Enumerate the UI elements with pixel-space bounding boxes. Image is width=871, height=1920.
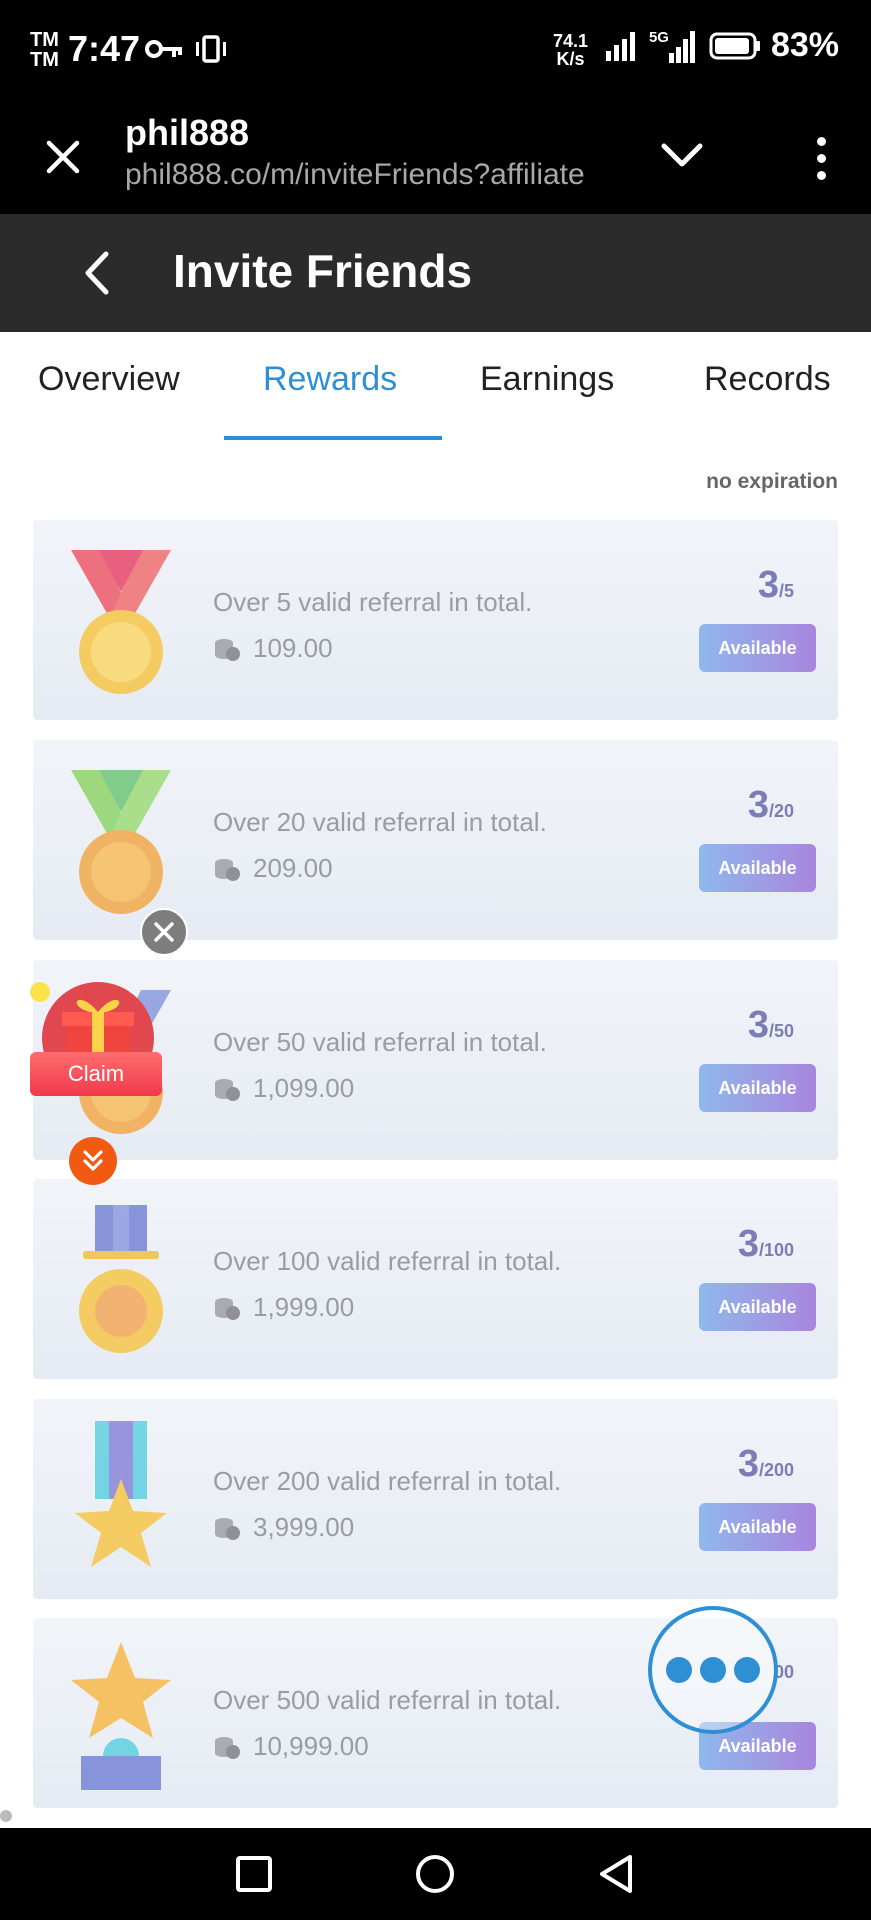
vibrate-icon [196,35,226,63]
more-options-icon[interactable] [801,128,841,188]
available-button[interactable]: Available [699,1283,816,1331]
reward-amount: 1,999.00 [253,1292,355,1322]
coins-icon [215,638,240,661]
reward-amount: 209.00 [253,853,333,883]
chevron-down-icon [661,143,703,167]
available-button[interactable]: Available [699,1503,816,1551]
available-button[interactable]: Available [699,624,816,672]
reward-description: Over 20 valid referral in total. [213,807,547,837]
reward-amount: 1,099.00 [253,1073,355,1103]
close-promo-button[interactable] [140,908,188,956]
close-icon [46,140,80,174]
vpn-key-icon [145,40,182,58]
reward-card: Over 5 valid referral in total. 109.00 3… [33,520,838,720]
signal-icon [605,31,635,61]
reward-progress: 3/200 [737,1443,794,1485]
star-ribbon-medal-icon [75,1421,167,1567]
coins-icon [215,1078,240,1101]
close-browser-button[interactable] [36,130,90,184]
page-title: Invite Friends [173,245,473,297]
tab-overview[interactable]: Overview [38,360,180,399]
coins-icon [215,858,240,881]
claim-button[interactable]: Claim [30,1052,162,1096]
reward-amount: 109.00 [253,633,333,663]
reward-card: Over 100 valid referral in total. 1,999.… [33,1179,838,1379]
reward-description: Over 5 valid referral in total. [213,587,533,617]
reward-amount: 3,999.00 [253,1512,355,1542]
chevron-left-icon [85,251,109,295]
system-nav-bar [0,1828,871,1920]
close-icon [154,922,174,942]
purple-ribbon-medal-icon [79,1205,163,1353]
green-medal-icon [71,770,171,914]
tab-earnings[interactable]: Earnings [480,360,614,399]
reward-progress: 3/100 [737,1223,794,1265]
browser-url[interactable]: phil888.co/m/inviteFriends?affiliate [125,158,620,192]
reward-description: Over 100 valid referral in total. [213,1246,562,1276]
coins-icon [215,1736,240,1759]
reward-card: Over 200 valid referral in total. 3,999.… [33,1399,838,1599]
reward-description: Over 500 valid referral in total. [213,1685,562,1715]
browser-bar: phil888 phil888.co/m/inviteFriends?affil… [0,100,871,214]
available-button[interactable]: Available [699,844,816,892]
back-nav-icon[interactable] [592,1850,640,1898]
edge-handle[interactable] [0,1810,12,1822]
page-header: Invite Friends [0,214,871,332]
star-trophy-icon [71,1642,171,1790]
reward-description: Over 50 valid referral in total. [213,1027,547,1057]
expand-button[interactable] [660,140,704,175]
status-time: 7:47 [68,28,141,69]
5g-signal-icon: 5G [649,29,699,63]
battery-icon [709,32,760,59]
tab-rewards[interactable]: Rewards [263,360,397,399]
reward-progress: 3/20 [747,784,794,826]
scroll-down-button[interactable] [69,1137,117,1185]
status-bar: TM TM 7:47 74.1 K/s 5G 83% [0,0,871,100]
home-icon[interactable] [411,1850,459,1898]
carrier-label: TM TM [30,29,59,71]
reward-amount: 10,999.00 [253,1731,369,1761]
battery-percent: 83% [770,26,839,64]
reward-progress: 3/5 [757,564,794,606]
back-button[interactable] [74,250,120,296]
reward-description: Over 200 valid referral in total. [213,1466,562,1496]
floating-more-button[interactable] [648,1606,778,1734]
coins-icon [215,1297,240,1320]
tab-bar: Overview Rewards Earnings Records [0,332,871,442]
recent-apps-icon[interactable] [230,1850,278,1898]
red-medal-icon [71,550,171,694]
reward-progress: 3/50 [747,1004,794,1046]
double-chevron-down-icon [83,1150,103,1171]
available-button[interactable]: Available [699,1064,816,1112]
tab-records[interactable]: Records [704,360,831,399]
browser-page-title: phil888 [125,112,250,153]
network-speed: 74.1 K/s [553,31,589,69]
coins-icon [215,1517,240,1540]
expiry-note: no expiration [706,470,838,493]
active-tab-indicator [224,436,442,440]
